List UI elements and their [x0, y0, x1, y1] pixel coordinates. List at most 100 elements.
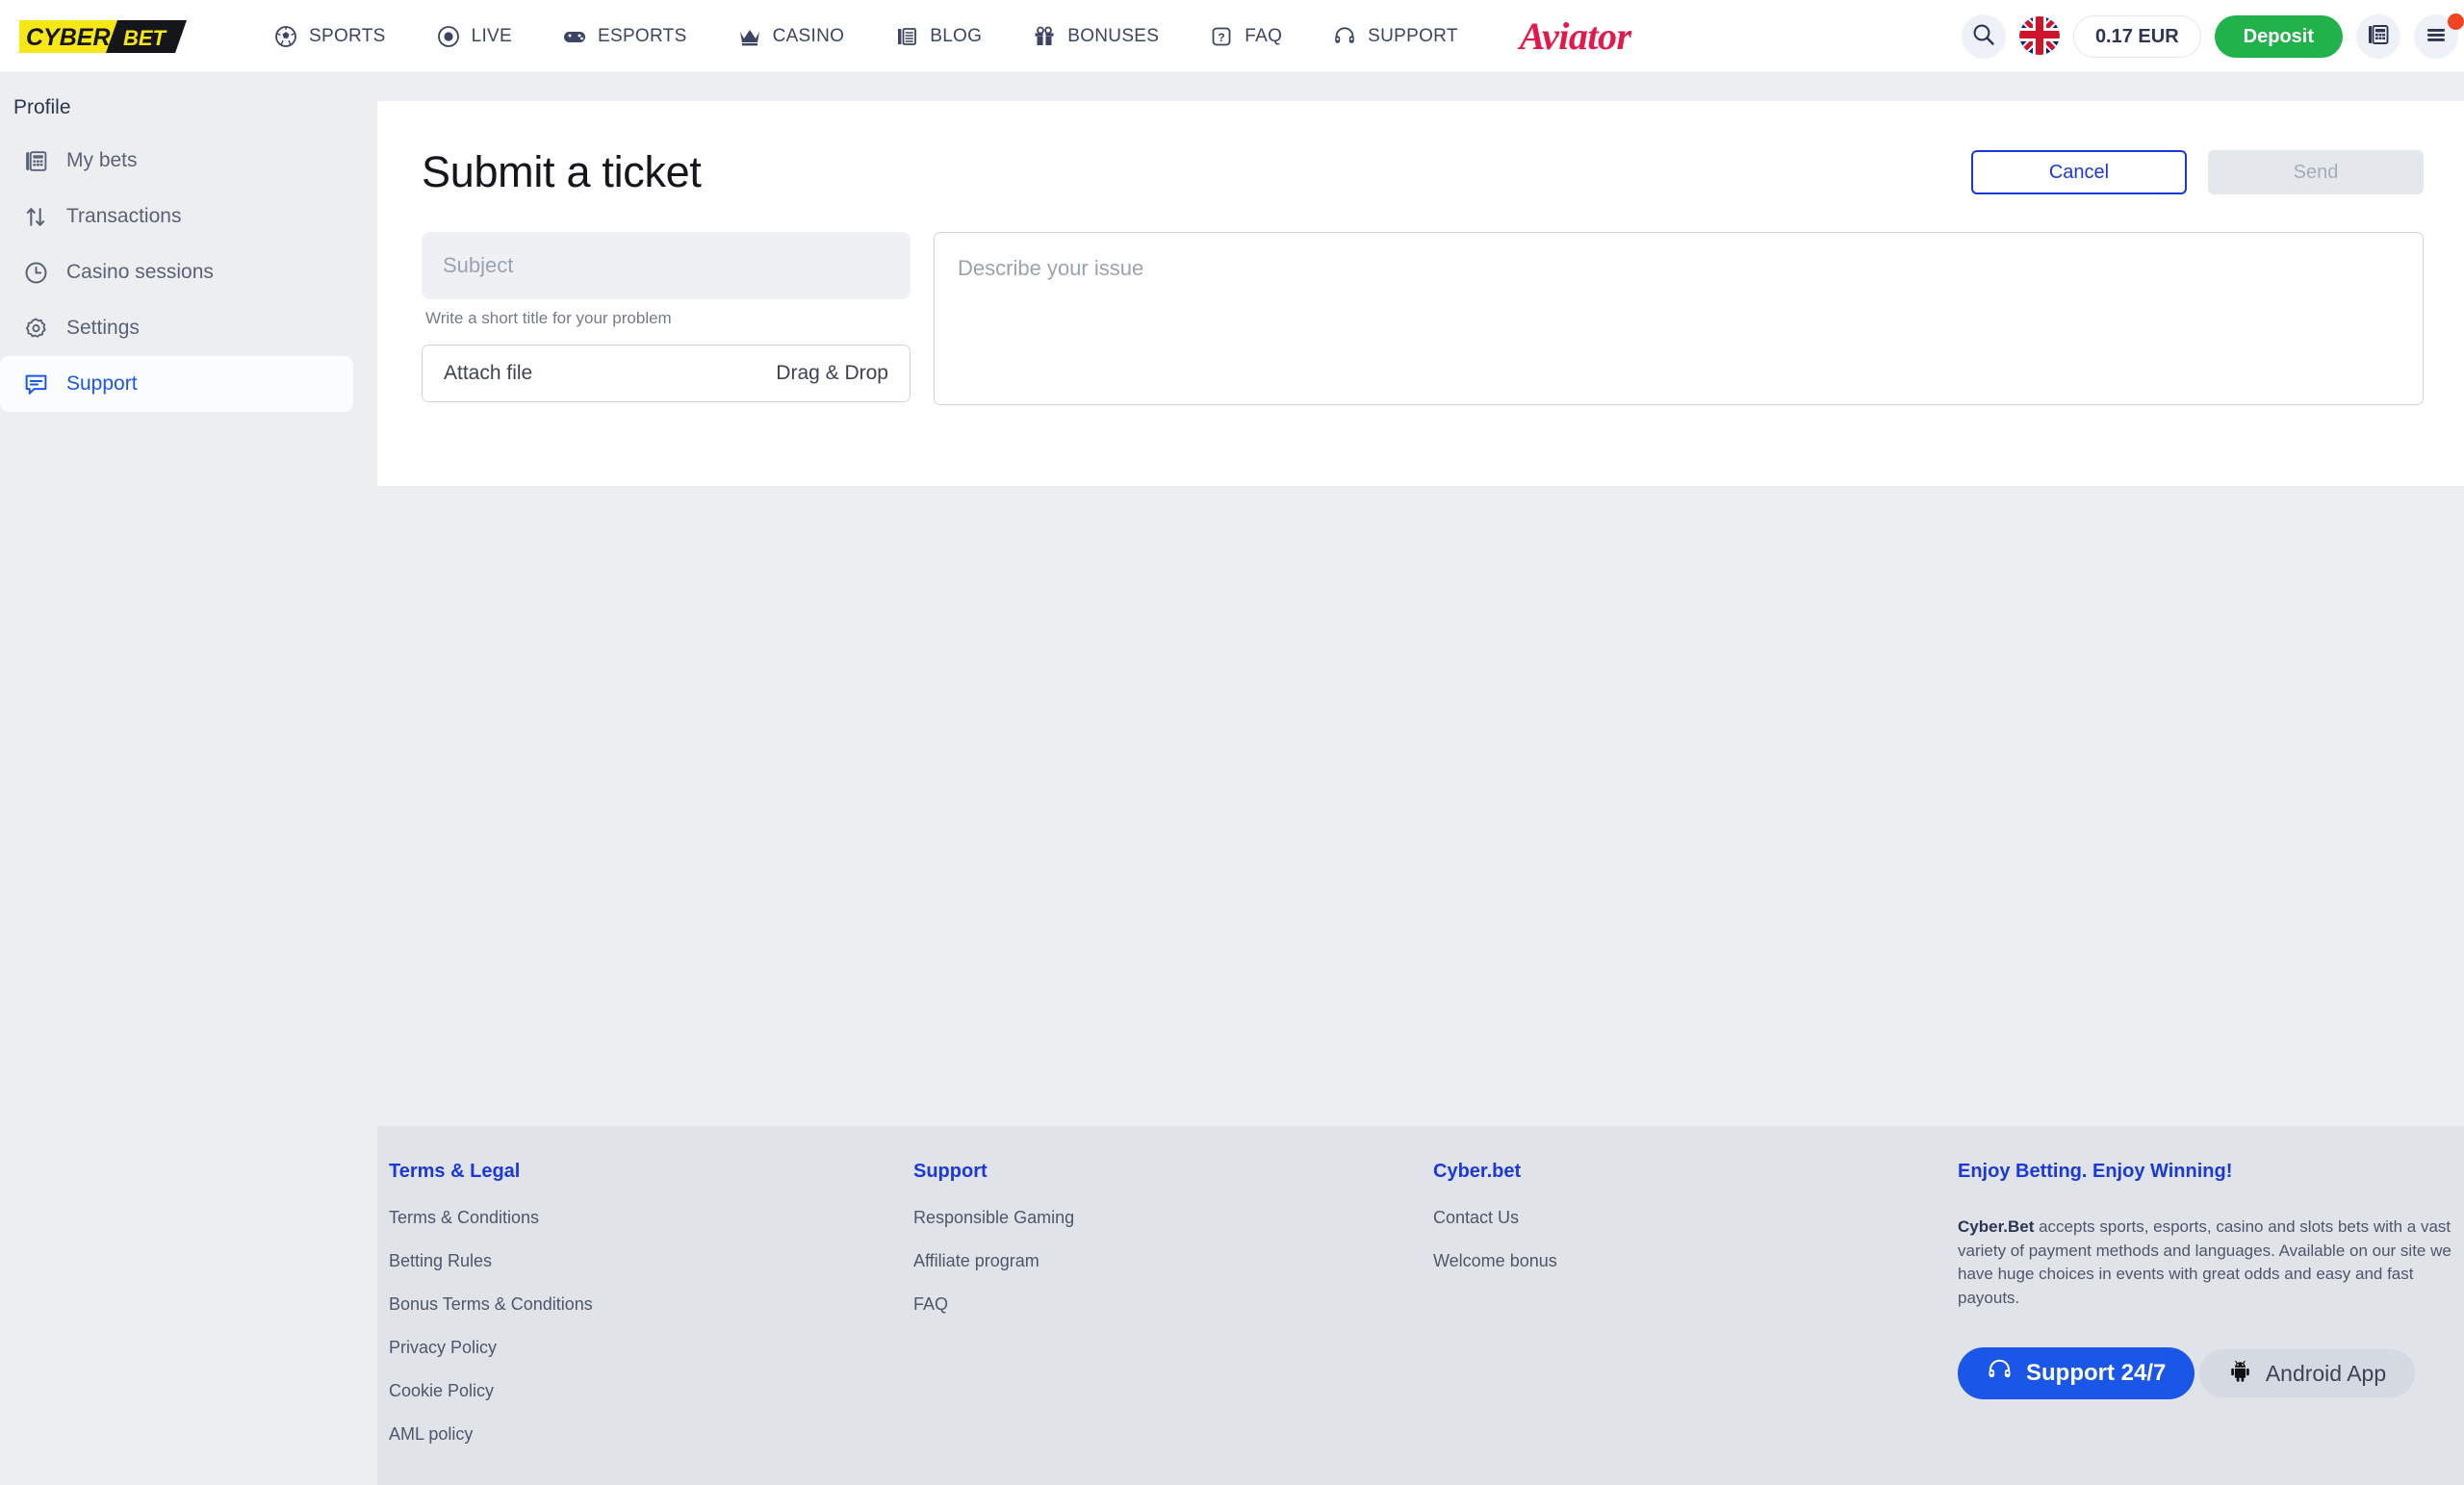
language-selector[interactable]: [2018, 16, 2060, 57]
footer-promo-column: Enjoy Betting. Enjoy Winning! Cyber.Bet …: [1946, 1161, 2456, 1485]
submit-ticket-card: Submit a ticket Cancel Send Write a shor…: [377, 101, 2464, 486]
subject-input[interactable]: [422, 232, 911, 299]
promo-brand: Cyber.Bet: [1958, 1217, 2035, 1236]
footer-column-heading: Terms & Legal: [389, 1161, 521, 1182]
android-app-button[interactable]: Android App: [2198, 1349, 2416, 1398]
nav-item-bonuses[interactable]: BONUSES: [1007, 0, 1184, 73]
footer-link[interactable]: Contact Us: [1433, 1208, 1946, 1228]
nav-label: BLOG: [930, 25, 983, 46]
clock-icon: [21, 258, 50, 287]
cyberbet-logo-svg: CYBER BET: [19, 19, 187, 53]
headset-icon: [1332, 24, 1357, 49]
support-24-7-button[interactable]: Support 24/7: [1958, 1346, 2195, 1399]
nav-item-live[interactable]: LIVE: [411, 0, 537, 73]
header-actions: 0.17 EUR Deposit: [1961, 0, 2464, 73]
footer-link[interactable]: Terms & Conditions: [389, 1208, 902, 1228]
sidebar-item-casino-sessions[interactable]: Casino sessions: [0, 244, 353, 300]
sidebar-item-label: Settings: [66, 317, 140, 339]
profile-sidebar: Profile My bets Transactions Casino sess…: [0, 73, 377, 412]
svg-text:?: ?: [1219, 31, 1225, 44]
sidebar-item-my-bets[interactable]: My bets: [0, 133, 353, 189]
footer-link[interactable]: Privacy Policy: [389, 1338, 902, 1358]
hamburger-menu-button[interactable]: [2414, 13, 2464, 59]
sidebar-item-transactions[interactable]: Transactions: [0, 189, 353, 244]
sidebar-item-label: Casino sessions: [66, 261, 214, 283]
sidebar-item-label: Transactions: [66, 205, 182, 227]
hamburger-menu-icon: [2424, 22, 2449, 52]
nav-item-faq[interactable]: ? FAQ: [1184, 0, 1307, 73]
nav-label: SUPPORT: [1368, 25, 1458, 46]
gamepad-icon: [562, 24, 587, 49]
football-icon: [273, 24, 298, 49]
nav-item-support[interactable]: SUPPORT: [1307, 0, 1483, 73]
site-footer: Terms & Legal Terms & Conditions Betting…: [377, 1126, 2464, 1485]
footer-link[interactable]: Bonus Terms & Conditions: [389, 1294, 902, 1315]
bet-slip-icon: [2366, 22, 2391, 52]
footer-link[interactable]: Cookie Policy: [389, 1381, 902, 1401]
question-box-icon: ?: [1209, 24, 1234, 49]
nav-item-esports[interactable]: ESPORTS: [537, 0, 712, 73]
transfer-arrows-icon: [21, 202, 50, 231]
sidebar-item-support[interactable]: Support: [0, 356, 353, 412]
nav-label: LIVE: [471, 25, 512, 46]
headset-icon: [1987, 1357, 2013, 1390]
nav-label: BONUSES: [1067, 25, 1160, 46]
balance-display[interactable]: 0.17 EUR: [2072, 15, 2201, 58]
footer-link[interactable]: Responsible Gaming: [913, 1208, 1422, 1228]
support-button-label: Support 24/7: [2026, 1359, 2167, 1386]
bet-slip-button[interactable]: [2356, 14, 2400, 59]
main-navigation: SPORTS LIVE ESPORTS CASINO BLOG BONUSES …: [248, 0, 1483, 73]
attach-file-label: Attach file: [444, 362, 533, 384]
search-icon: [1971, 22, 1996, 52]
blog-icon: [894, 24, 919, 49]
footer-column-support: Support Responsible Gaming Affiliate pro…: [902, 1161, 1422, 1485]
attach-file-dropzone[interactable]: Attach file Drag & Drop: [422, 345, 911, 402]
ticket-form: Write a short title for your problem Att…: [377, 197, 2464, 405]
gift-icon: [1032, 24, 1057, 49]
footer-column-heading: Support: [913, 1161, 988, 1182]
cyberbet-logo[interactable]: CYBER BET: [17, 14, 189, 59]
top-header: CYBER BET SPORTS LIVE ESPORTS CASINO BLO…: [0, 0, 2464, 73]
chat-bubble-icon: [21, 370, 50, 398]
nav-item-sports[interactable]: SPORTS: [248, 0, 411, 73]
footer-link[interactable]: AML policy: [389, 1424, 902, 1445]
notification-badge: [2448, 13, 2464, 30]
page-title: Submit a ticket: [422, 147, 702, 196]
footer-column-cyberbet: Cyber.bet Contact Us Welcome bonus: [1422, 1161, 1946, 1485]
aviator-logo[interactable]: Aviator: [1520, 13, 1631, 59]
footer-link[interactable]: Betting Rules: [389, 1251, 902, 1271]
sidebar-heading: Profile: [13, 96, 71, 118]
footer-link[interactable]: Affiliate program: [913, 1251, 1422, 1271]
svg-text:CYBER: CYBER: [26, 24, 111, 51]
search-button[interactable]: [1961, 14, 2006, 59]
gear-icon: [21, 314, 50, 343]
crown-icon: [737, 24, 762, 49]
bet-slip-icon: [21, 146, 50, 175]
drag-drop-label: Drag & Drop: [776, 362, 888, 384]
nav-label: SPORTS: [309, 25, 386, 46]
android-button-label: Android App: [2265, 1360, 2387, 1386]
android-icon: [2228, 1359, 2252, 1389]
cancel-button[interactable]: Cancel: [1971, 150, 2187, 194]
deposit-button[interactable]: Deposit: [2214, 15, 2343, 58]
issue-description-input[interactable]: [934, 232, 2424, 405]
promo-heading: Enjoy Betting. Enjoy Winning!: [1958, 1161, 2233, 1182]
form-left-column: Write a short title for your problem Att…: [422, 232, 911, 405]
svg-text:BET: BET: [123, 26, 167, 50]
sidebar-item-settings[interactable]: Settings: [0, 300, 353, 356]
nav-item-casino[interactable]: CASINO: [712, 0, 870, 73]
nav-item-blog[interactable]: BLOG: [869, 0, 1007, 73]
nav-label: ESPORTS: [598, 25, 687, 46]
sidebar-item-label: My bets: [66, 149, 138, 171]
footer-link[interactable]: Welcome bonus: [1433, 1251, 1946, 1271]
footer-column-heading: Cyber.bet: [1433, 1161, 1522, 1182]
uk-flag-icon: [2018, 16, 2060, 57]
header-action-buttons: Cancel Send: [1971, 150, 2424, 194]
live-dot-icon: [436, 24, 461, 49]
card-header: Submit a ticket Cancel Send: [377, 101, 2464, 197]
nav-label: CASINO: [772, 25, 845, 46]
send-button[interactable]: Send: [2208, 150, 2424, 194]
footer-column-terms: Terms & Legal Terms & Conditions Betting…: [377, 1161, 902, 1485]
nav-label: FAQ: [1245, 25, 1283, 46]
footer-link[interactable]: FAQ: [913, 1294, 1422, 1315]
